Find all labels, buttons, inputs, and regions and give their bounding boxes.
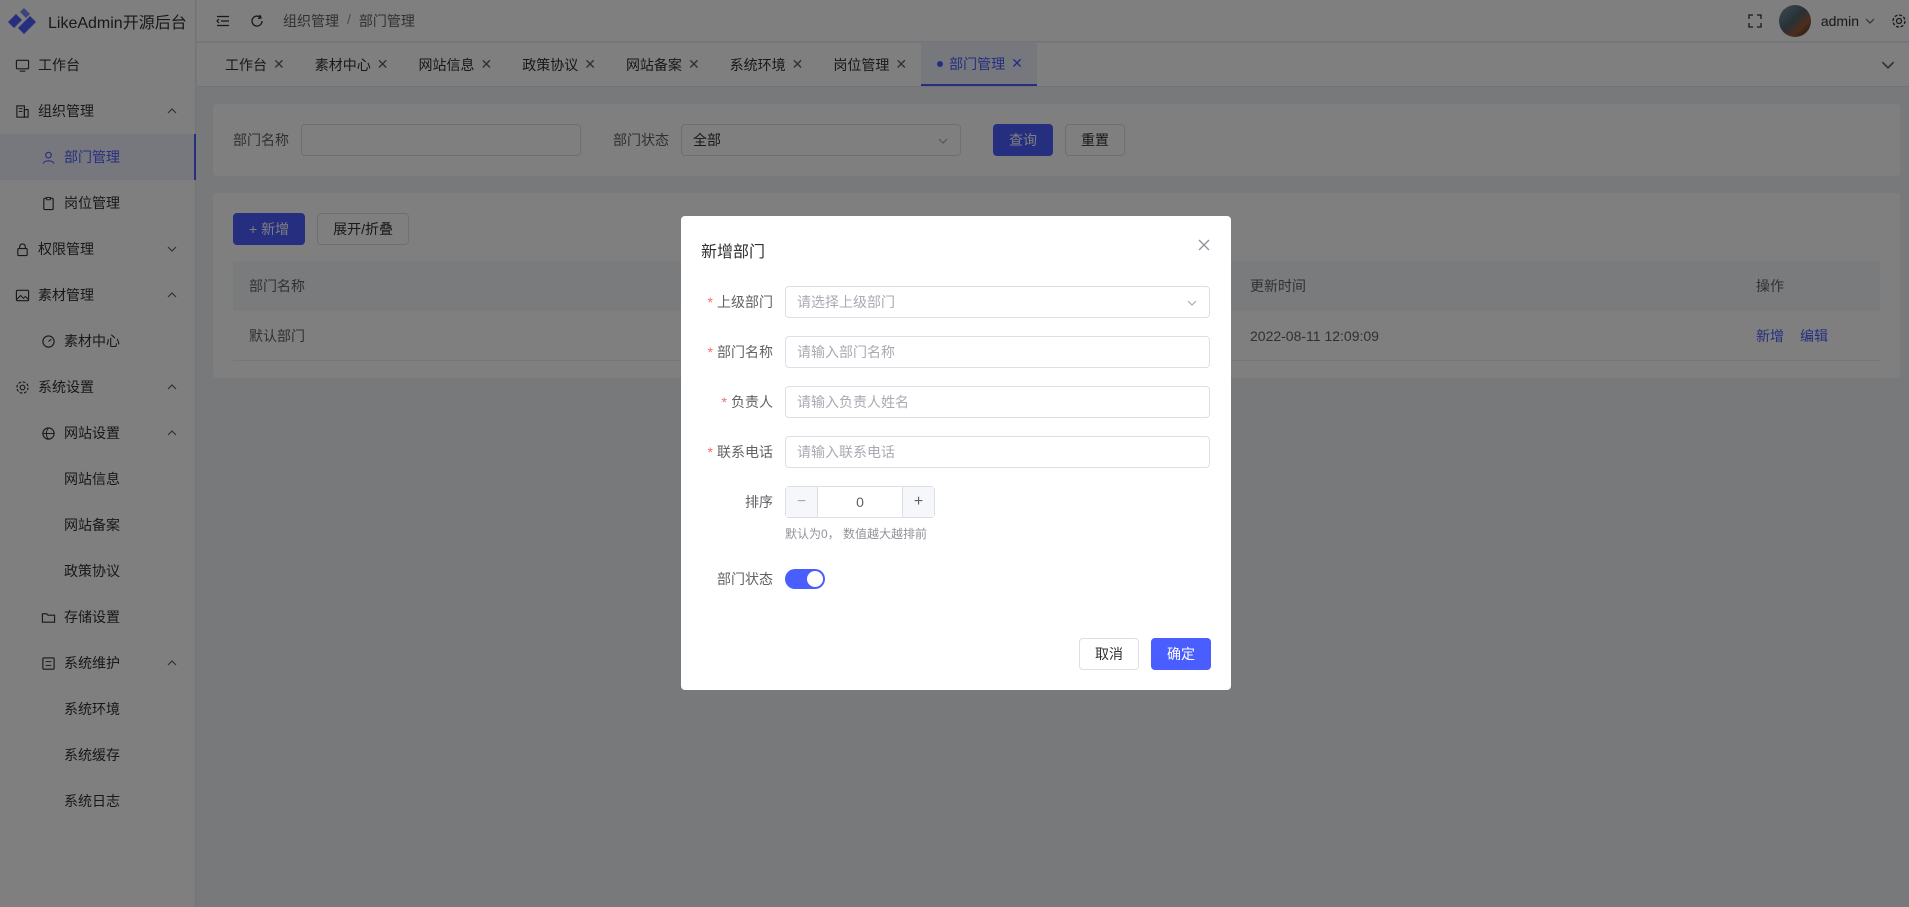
form-label: * 联系电话 (681, 442, 785, 462)
sort-stepper: − 0 + (785, 486, 935, 518)
chevron-down-icon (1187, 300, 1197, 306)
form-label-text: 上级部门 (717, 294, 773, 310)
input-placeholder: 请输入部门名称 (797, 344, 895, 360)
cancel-button[interactable]: 取消 (1079, 638, 1139, 670)
required-mark: * (707, 444, 713, 460)
form-row-status: 部门状态 (681, 563, 1231, 595)
form-row-leader: * 负责人 请输入负责人姓名 (681, 386, 1231, 418)
form-row-sort: 排序 − 0 + (681, 486, 1231, 518)
input-placeholder: 请输入负责人姓名 (797, 394, 909, 410)
form-label: * 部门名称 (681, 342, 785, 362)
form-row-phone: * 联系电话 请输入联系电话 (681, 436, 1231, 468)
form-label-text: 部门名称 (717, 344, 773, 360)
phone-field[interactable]: 请输入联系电话 (785, 436, 1210, 468)
form-row-name: * 部门名称 请输入部门名称 (681, 336, 1231, 368)
select-placeholder: 请选择上级部门 (797, 294, 895, 310)
close-icon[interactable] (1197, 238, 1211, 252)
add-department-dialog: 新增部门 * 上级部门 请选择上级部门 * 部门名称 请输入部门名称 * 负责人 请输… (681, 216, 1231, 690)
decrement-button[interactable]: − (786, 487, 818, 517)
required-mark: * (707, 344, 713, 360)
form-label: * 负责人 (681, 392, 785, 412)
sort-hint: 默认为0， 数值越大越排前 (785, 527, 928, 541)
parent-department-select[interactable]: 请选择上级部门 (785, 286, 1210, 318)
sort-value[interactable]: 0 (818, 487, 902, 517)
department-status-switch[interactable] (785, 569, 825, 589)
leader-name-field[interactable]: 请输入负责人姓名 (785, 386, 1210, 418)
form-label: 部门状态 (717, 571, 773, 587)
input-placeholder: 请输入联系电话 (797, 444, 895, 460)
required-mark: * (721, 394, 727, 410)
department-name-field[interactable]: 请输入部门名称 (785, 336, 1210, 368)
form-label-text: 联系电话 (717, 444, 773, 460)
dialog-title: 新增部门 (701, 244, 766, 261)
required-mark: * (707, 294, 713, 310)
switch-knob (807, 571, 823, 587)
form-label: * 上级部门 (681, 292, 785, 312)
form-row-parent: * 上级部门 请选择上级部门 (681, 286, 1231, 318)
increment-button[interactable]: + (902, 487, 934, 517)
form-label-text: 负责人 (731, 394, 773, 410)
form-label: 排序 (745, 494, 773, 510)
confirm-button[interactable]: 确定 (1151, 638, 1211, 670)
dialog-footer: 取消 确定 (1067, 638, 1211, 670)
